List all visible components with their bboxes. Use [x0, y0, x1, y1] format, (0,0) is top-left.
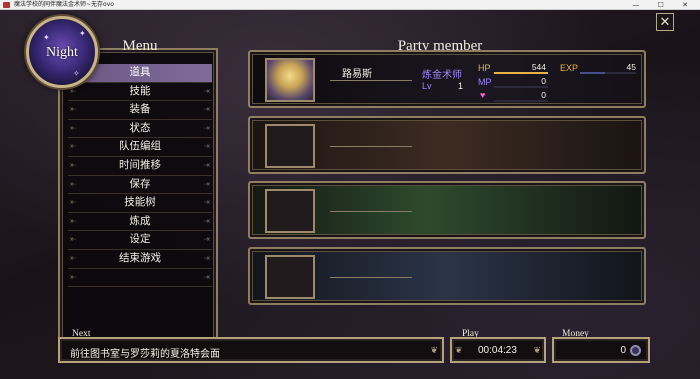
menu-item-skills[interactable]: 技能: [68, 83, 212, 102]
menu-item-status[interactable]: 状态: [68, 120, 212, 139]
level-value: 1: [458, 81, 464, 91]
time-of-day-label: Night: [46, 45, 78, 60]
affection-bar: [494, 100, 548, 102]
window-controls[interactable]: — ☐ ✕: [632, 0, 696, 10]
menu-item-time-skip[interactable]: 时间推移: [68, 157, 212, 176]
playtime-box: ❦ 00:04:23 ❦: [450, 337, 546, 363]
next-objective-box: 前往图书室与罗莎莉的夏洛特会面 ❦: [58, 337, 444, 363]
name-underline: [330, 80, 412, 81]
affection-value: 0: [541, 90, 546, 100]
hp-bar: [494, 72, 548, 74]
empty-portrait: [265, 189, 315, 233]
empty-portrait: [265, 124, 315, 168]
playtime-value: 00:04:23: [478, 345, 517, 356]
hp-value: 544: [531, 62, 546, 72]
menu-item-skill-tree[interactable]: 技能树: [68, 194, 212, 213]
money-box: 0: [552, 337, 650, 363]
menu-list: 道具 技能 装备 状态 队伍编组 时间推移 保存 技能树 炼成 设定 结束游戏: [68, 64, 212, 288]
window-titlebar: 魔法学校的同伴魔法金术师~无存ovo — ☐ ✕: [0, 0, 700, 10]
mp-bar: [494, 86, 548, 88]
menu-item-equipment[interactable]: 装备: [68, 101, 212, 120]
character-name: 路易斯: [342, 69, 372, 80]
party-slot-1[interactable]: 路易斯 炼金术师 Lv 1 HP 544 MP 0 ♥ 0 EXP 45: [248, 50, 646, 108]
heart-icon: ♥: [480, 90, 486, 100]
star-icon: ✦: [43, 33, 50, 42]
close-button[interactable]: ✕: [656, 13, 674, 31]
hp-label: HP: [478, 63, 491, 73]
star-icon: ✧: [73, 69, 80, 78]
time-of-day-emblem: ✦ ✦ ✧ Night: [26, 16, 98, 88]
app-icon: [3, 2, 10, 8]
coin-icon: [630, 345, 641, 356]
exp-value: 45: [626, 62, 636, 72]
name-underline: [330, 146, 412, 147]
ornament-icon: ❦: [455, 345, 463, 355]
money-value: 0: [620, 345, 626, 356]
menu-item-alchemy[interactable]: 炼成: [68, 213, 212, 232]
ornament-icon: ❦: [533, 345, 541, 355]
party-slot-2[interactable]: [248, 116, 646, 174]
window-title: 魔法学校的同伴魔法金术师~无存ovo: [14, 1, 114, 8]
party-slot-3[interactable]: [248, 181, 646, 239]
empty-portrait: [265, 255, 315, 299]
exp-bar: [580, 72, 636, 74]
menu-item-quit[interactable]: 结束游戏: [68, 250, 212, 269]
name-underline: [330, 211, 412, 212]
menu-item-formation[interactable]: 队伍编组: [68, 138, 212, 157]
game-screen: ✕ Menu 道具 技能 装备 状态 队伍编组 时间推移 保存 技能树 炼成 设…: [0, 10, 700, 379]
name-underline: [330, 277, 412, 278]
character-class: 炼金术师: [422, 70, 462, 81]
mp-value: 0: [541, 76, 546, 86]
level-label: Lv: [422, 81, 432, 91]
menu-item-settings[interactable]: 设定: [68, 231, 212, 250]
menu-panel: Menu 道具 技能 装备 状态 队伍编组 时间推移 保存 技能树 炼成 设定 …: [58, 38, 218, 344]
next-objective-text: 前往图书室与罗莎莉的夏洛特会面: [70, 349, 220, 360]
menu-item-save[interactable]: 保存: [68, 176, 212, 195]
menu-item-empty: [68, 269, 212, 288]
star-icon: ✦: [79, 29, 86, 38]
exp-label: EXP: [560, 63, 579, 73]
ornament-icon: ❦: [430, 345, 438, 355]
mp-label: MP: [478, 77, 492, 87]
character-portrait: [265, 58, 315, 102]
party-slot-4[interactable]: [248, 247, 646, 305]
